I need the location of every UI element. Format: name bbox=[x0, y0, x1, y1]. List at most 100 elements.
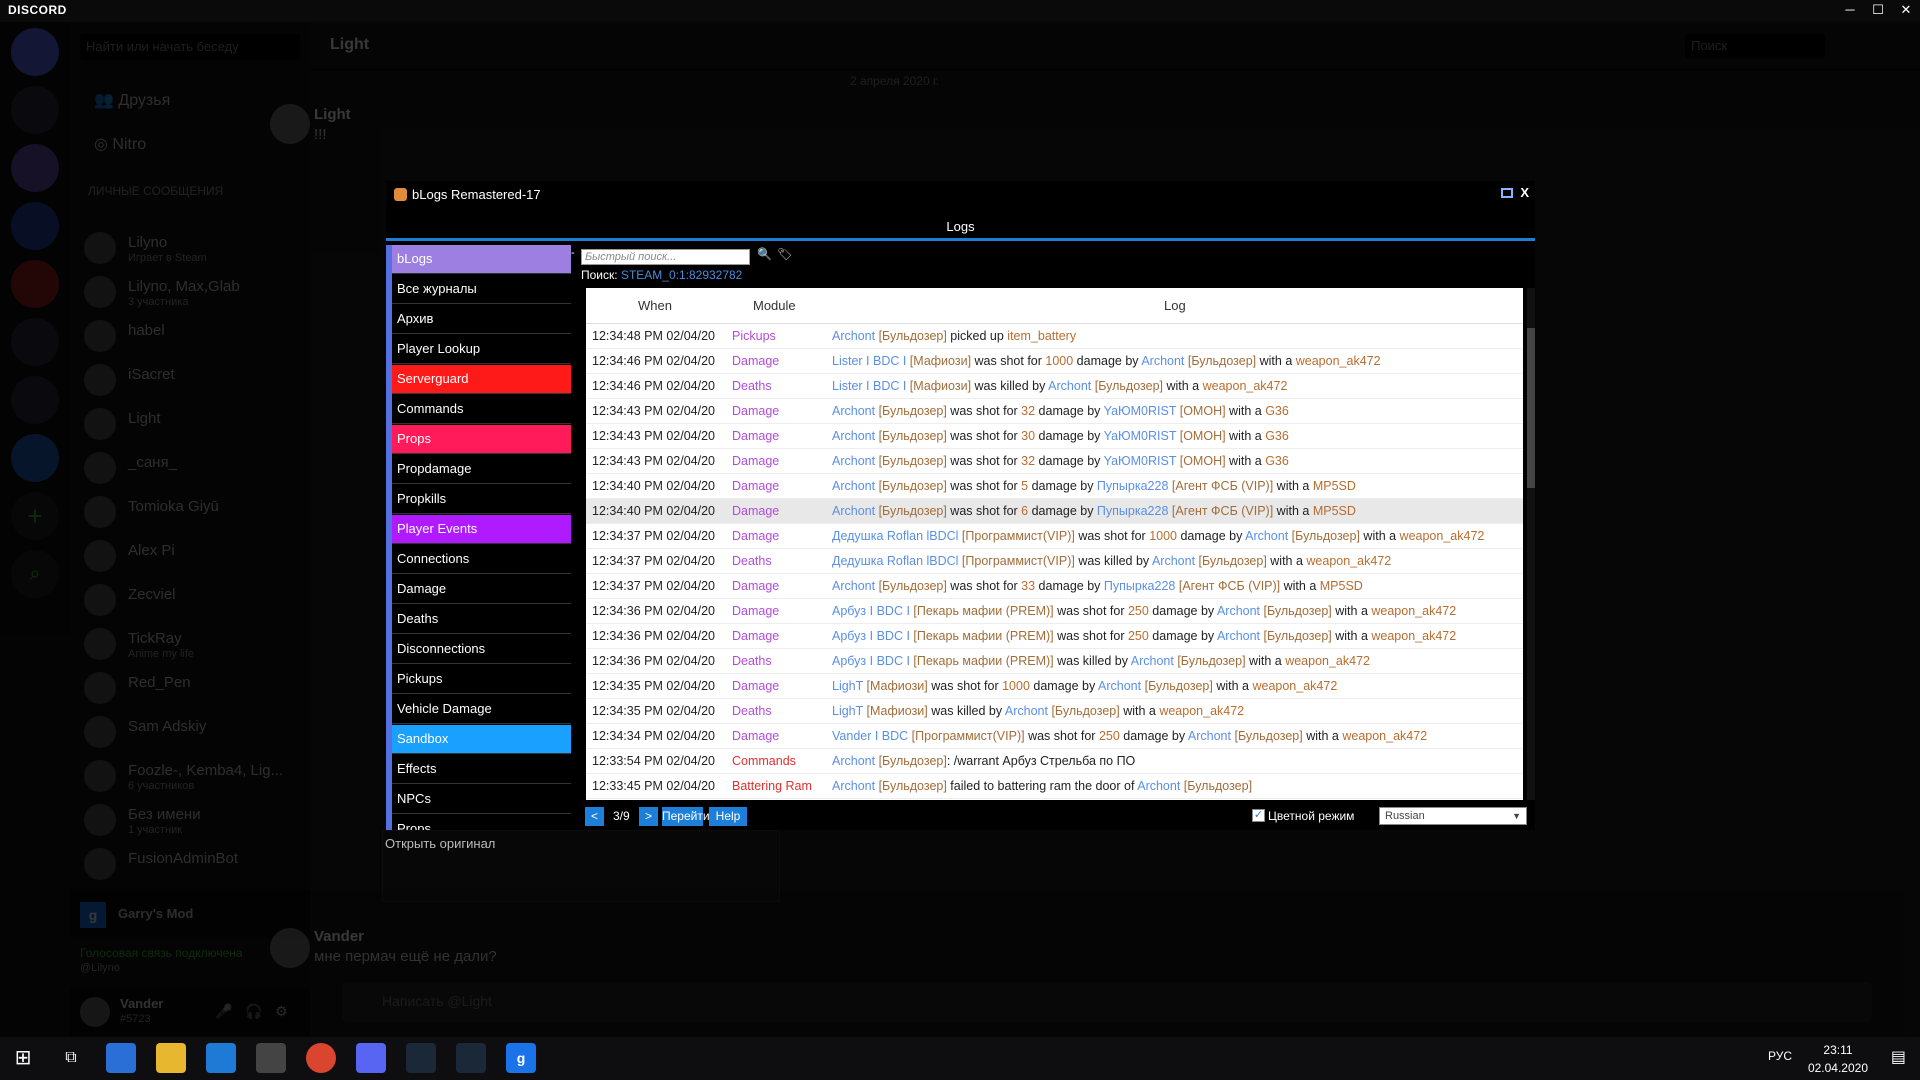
log-segment[interactable]: Archont bbox=[832, 454, 879, 468]
color-mode-checkbox[interactable]: ✓ bbox=[1252, 809, 1265, 822]
server-icon[interactable] bbox=[11, 260, 59, 308]
dm-item[interactable]: Lilyno, Max,Glab 3 участника bbox=[84, 272, 299, 312]
table-row[interactable]: 12:33:54 PM 02/04/20 Commands Archont [Бул… bbox=[586, 749, 1523, 774]
app-icon[interactable] bbox=[106, 1043, 136, 1073]
search-icon[interactable]: 🔍 bbox=[757, 247, 772, 261]
clock[interactable]: 23:11 02.04.2020 bbox=[1808, 1041, 1868, 1077]
header-search-input[interactable]: Поиск bbox=[1685, 34, 1825, 58]
steam-icon[interactable] bbox=[456, 1043, 486, 1073]
log-segment[interactable]: Archont bbox=[1005, 704, 1052, 718]
sidebar-item-propdamage[interactable]: Propdamage bbox=[392, 455, 571, 484]
table-row[interactable]: 12:33:45 PM 02/04/20 Battering Ram Archont… bbox=[586, 774, 1523, 799]
steam-icon[interactable] bbox=[406, 1043, 436, 1073]
log-segment[interactable]: Archont bbox=[832, 329, 879, 343]
table-row[interactable]: 12:34:40 PM 02/04/20 Damage Archont [Бульд… bbox=[586, 474, 1523, 499]
log-segment[interactable]: Lister I BDC I bbox=[832, 354, 910, 368]
sidebar-item-blogs[interactable]: bLogs bbox=[392, 245, 571, 274]
sidebar-item-damage[interactable]: Damage bbox=[392, 575, 571, 604]
sidebar-item-disconnections[interactable]: Disconnections bbox=[392, 635, 571, 664]
table-row[interactable]: 12:34:43 PM 02/04/20 Damage Archont [Бульд… bbox=[586, 399, 1523, 424]
add-server-icon[interactable]: + bbox=[11, 492, 59, 540]
table-row[interactable]: 12:34:46 PM 02/04/20 Damage Lister I BDC I… bbox=[586, 349, 1523, 374]
log-segment[interactable]: Archont bbox=[1152, 554, 1199, 568]
gear-icon[interactable]: ⚙ bbox=[275, 1003, 288, 1020]
gmod-icon[interactable]: g bbox=[506, 1043, 536, 1073]
server-icon[interactable] bbox=[11, 144, 59, 192]
server-icon[interactable] bbox=[11, 376, 59, 424]
sidebar-item-commands[interactable]: Commands bbox=[392, 395, 571, 424]
dm-item[interactable]: Zecviel bbox=[84, 580, 299, 620]
log-segment[interactable]: Vander I BDC bbox=[832, 729, 912, 743]
log-segment[interactable]: Lister I BDC I bbox=[832, 379, 910, 393]
table-row[interactable]: 12:34:43 PM 02/04/20 Damage Archont [Бульд… bbox=[586, 449, 1523, 474]
log-segment[interactable]: Archont bbox=[1245, 529, 1292, 543]
table-row[interactable]: 12:34:36 PM 02/04/20 Damage Арбуз I BDC I … bbox=[586, 624, 1523, 649]
quick-search-input[interactable]: Быстрый поиск... bbox=[581, 249, 750, 265]
column-module[interactable]: Module bbox=[753, 298, 796, 313]
sidebar-item-propkills[interactable]: Propkills bbox=[392, 485, 571, 514]
avatar[interactable] bbox=[80, 997, 110, 1027]
server-icon[interactable] bbox=[11, 202, 59, 250]
log-segment[interactable]: Archont bbox=[1131, 654, 1178, 668]
log-segment[interactable]: Арбуз I BDC I bbox=[832, 604, 913, 618]
dm-item[interactable]: Foozle-, Kemba4, Lig... 6 участников bbox=[84, 756, 299, 796]
log-segment[interactable]: Арбуз I BDC I bbox=[832, 654, 913, 668]
table-row[interactable]: 12:34:36 PM 02/04/20 Damage Арбуз I BDC I … bbox=[586, 599, 1523, 624]
sidebar-item-player-events[interactable]: Player Events bbox=[392, 515, 571, 544]
log-segment[interactable]: Пупырка228 bbox=[1097, 479, 1172, 493]
dm-item[interactable]: Lilyno Играет в Steam bbox=[84, 228, 299, 268]
close-window-button[interactable]: X bbox=[1520, 185, 1529, 200]
chat-input[interactable]: Написать @Light bbox=[342, 982, 1872, 1022]
task-view-icon[interactable]: ⧉ bbox=[56, 1043, 86, 1073]
dm-search-input[interactable]: Найти или начать беседу bbox=[80, 34, 300, 60]
log-segment[interactable]: Archont bbox=[832, 479, 879, 493]
notifications-icon[interactable]: ▤ bbox=[1891, 1047, 1906, 1067]
headphones-icon[interactable]: 🎧 bbox=[245, 1003, 262, 1020]
sidebar-item-архив[interactable]: Архив bbox=[392, 305, 571, 334]
table-row[interactable]: 12:34:35 PM 02/04/20 Deaths LighT [Мафиози… bbox=[586, 699, 1523, 724]
mic-icon[interactable]: 🎤 bbox=[215, 1003, 232, 1020]
dm-item[interactable]: habel bbox=[84, 316, 299, 356]
chrome-icon[interactable] bbox=[306, 1043, 336, 1073]
dm-item[interactable]: Alex Pi bbox=[84, 536, 299, 576]
help-button[interactable]: Help bbox=[709, 807, 747, 826]
table-row[interactable]: 12:34:36 PM 02/04/20 Deaths Арбуз I BDC I … bbox=[586, 649, 1523, 674]
sidebar-item-serverguard[interactable]: Serverguard bbox=[392, 365, 571, 394]
log-segment[interactable]: Дедушка Roflan lBDCl bbox=[832, 554, 962, 568]
table-row[interactable]: 12:34:48 PM 02/04/20 Pickups Archont [Буль… bbox=[586, 324, 1523, 349]
log-segment[interactable]: Дедушка Roflan lBDCl bbox=[832, 529, 962, 543]
log-segment[interactable]: Archont bbox=[1141, 354, 1188, 368]
table-row[interactable]: 12:34:37 PM 02/04/20 Damage Дедушка Roflan… bbox=[586, 524, 1523, 549]
sidebar-item-props[interactable]: Props bbox=[392, 425, 571, 454]
scroll-thumb[interactable] bbox=[1527, 328, 1535, 488]
next-page-button[interactable]: > bbox=[639, 807, 658, 826]
sidebar-item-props[interactable]: Props bbox=[392, 815, 571, 830]
maximize-icon[interactable]: ☐ bbox=[1864, 0, 1892, 22]
tag-icon[interactable]: 🏷 bbox=[777, 247, 792, 261]
sidebar-item-vehicle-damage[interactable]: Vehicle Damage bbox=[392, 695, 571, 724]
friends-link[interactable]: 👥 Друзья bbox=[94, 90, 170, 110]
column-log[interactable]: Log bbox=[1164, 298, 1186, 313]
dm-item[interactable]: Red_Pen bbox=[84, 668, 299, 708]
server-icon[interactable] bbox=[11, 318, 59, 366]
table-row[interactable]: 12:34:40 PM 02/04/20 Damage Archont [Бульд… bbox=[586, 499, 1523, 524]
sidebar-item-sandbox[interactable]: Sandbox bbox=[392, 725, 571, 754]
sidebar-item-deaths[interactable]: Deaths bbox=[392, 605, 571, 634]
server-icon[interactable] bbox=[11, 434, 59, 482]
prev-page-button[interactable]: < bbox=[585, 807, 604, 826]
log-segment[interactable]: YaЮM0RIST bbox=[1104, 454, 1180, 468]
table-row[interactable]: 12:34:34 PM 02/04/20 Damage Vander I BDC [… bbox=[586, 724, 1523, 749]
log-segment[interactable]: Archont bbox=[1137, 779, 1184, 793]
collapse-icon[interactable]: - bbox=[571, 247, 575, 259]
dm-item[interactable]: TickRay Anime my life bbox=[84, 624, 299, 664]
sidebar-item-pickups[interactable]: Pickups bbox=[392, 665, 571, 694]
log-segment[interactable]: Пупырка228 bbox=[1097, 504, 1172, 518]
log-segment[interactable]: Арбуз I BDC I bbox=[832, 629, 913, 643]
sidebar-item-npcs[interactable]: NPCs bbox=[392, 785, 571, 814]
log-segment[interactable]: Archont bbox=[1217, 604, 1264, 618]
log-segment[interactable]: LighT bbox=[832, 679, 867, 693]
log-segment[interactable]: YaЮM0RIST bbox=[1104, 429, 1180, 443]
dm-item[interactable]: FusionAdminBot bbox=[84, 844, 299, 884]
log-segment[interactable]: Archont bbox=[832, 579, 879, 593]
discord-icon[interactable] bbox=[356, 1043, 386, 1073]
